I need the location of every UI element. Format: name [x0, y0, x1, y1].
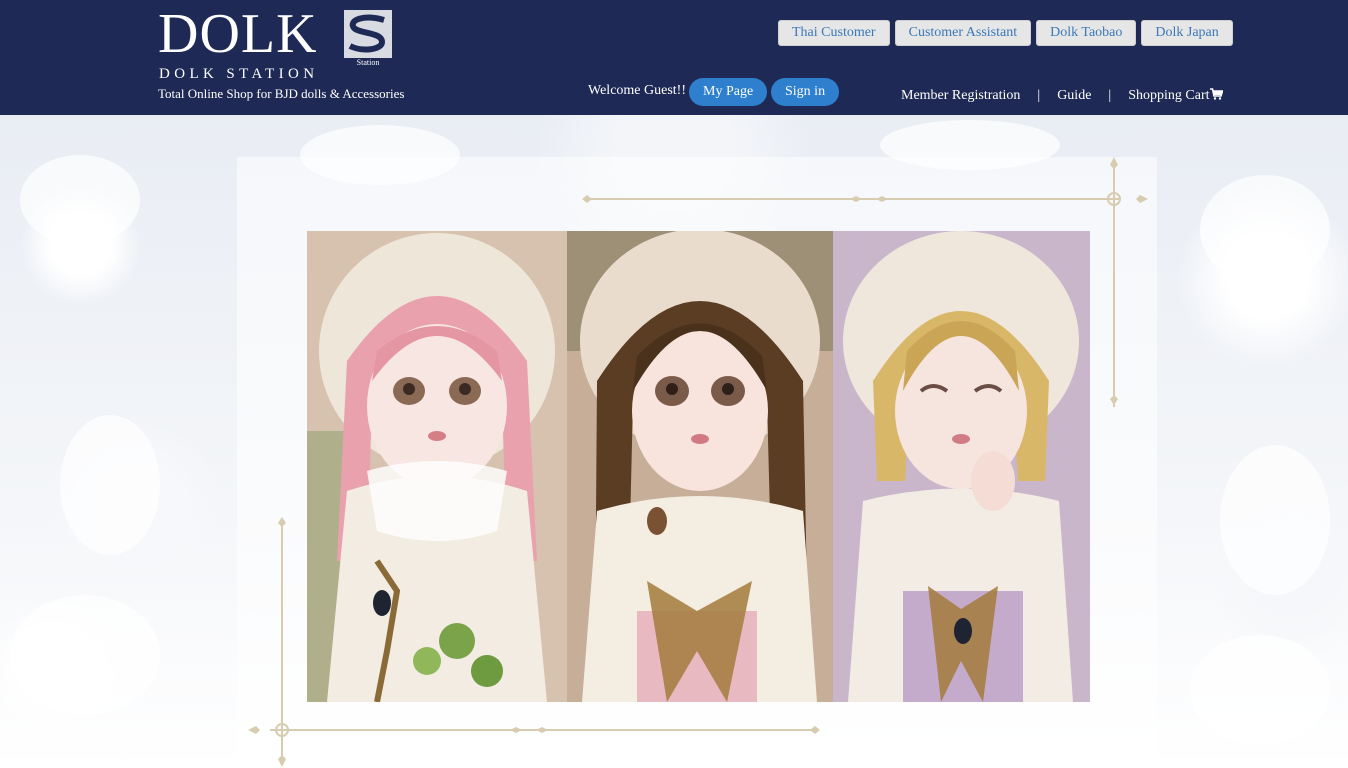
thai-customer-button[interactable]: Thai Customer — [778, 20, 890, 46]
logo-mark-text: Station — [357, 58, 380, 66]
station-s-logo-icon: Station — [344, 10, 392, 66]
nav-separator: | — [1108, 88, 1112, 103]
background-petal — [60, 415, 160, 555]
welcome-text: Welcome Guest!! — [588, 83, 686, 98]
shopping-cart-icon — [1209, 88, 1223, 100]
site-header: DOLK Station DOLK STATION Total Online S… — [0, 0, 1348, 115]
background-petal — [1200, 175, 1330, 285]
doll-pink-image — [307, 231, 567, 702]
customer-assistant-button[interactable]: Customer Assistant — [894, 20, 1032, 46]
top-button-group: Thai Customer Customer Assistant Dolk Ta… — [778, 20, 1233, 46]
logo-subtitle: DOLK STATION — [159, 66, 319, 82]
logo-wordmark: DOLK — [158, 3, 318, 65]
dolk-japan-button[interactable]: Dolk Japan — [1141, 20, 1233, 46]
background-petal — [1190, 635, 1330, 745]
member-registration-link[interactable]: Member Registration — [901, 88, 1020, 104]
main-banner[interactable] — [0, 115, 1348, 768]
dolk-taobao-button[interactable]: Dolk Taobao — [1036, 20, 1137, 46]
dolk-station-logo[interactable]: DOLK Station DOLK STATION Total Online S… — [158, 6, 418, 106]
doll-photo-strip[interactable] — [307, 231, 1090, 702]
doll-brown-image — [567, 231, 833, 702]
background-petal — [1220, 445, 1330, 595]
background-petal — [10, 595, 160, 715]
sign-in-button[interactable]: Sign in — [771, 78, 840, 106]
guide-link[interactable]: Guide — [1057, 88, 1091, 104]
doll-photo-pink[interactable] — [307, 231, 567, 702]
logo-tagline: Total Online Shop for BJD dolls & Access… — [158, 86, 405, 101]
doll-blonde-image — [833, 231, 1090, 702]
doll-photo-brown[interactable] — [567, 231, 833, 702]
background-petal — [20, 155, 140, 245]
shopping-cart-label: Shopping Cart — [1128, 88, 1210, 103]
my-page-button[interactable]: My Page — [689, 78, 768, 106]
shopping-cart-link[interactable]: Shopping Cart — [1128, 88, 1223, 104]
header-nav: Member Registration | Guide | Shopping C… — [901, 88, 1223, 104]
doll-photo-blonde[interactable] — [833, 231, 1090, 702]
nav-separator: | — [1037, 88, 1041, 103]
